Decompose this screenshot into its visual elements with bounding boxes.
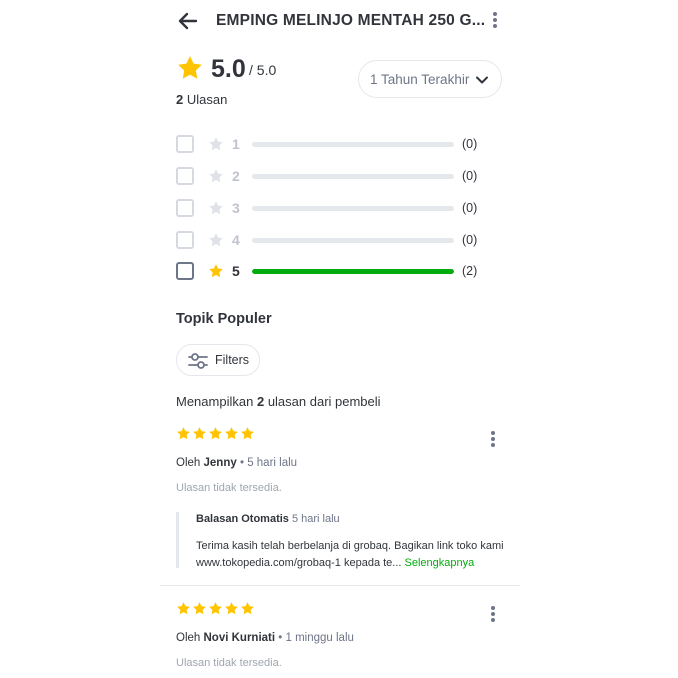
reply-header: Balasan Otomatis 5 hari lalu [196,513,340,525]
rating-row-2[interactable]: 2 (0) [176,166,486,190]
review-menu-button[interactable] [490,606,496,624]
rating-max: / 5.0 [249,62,277,78]
author-prefix: Oleh [176,457,201,469]
showing-suffix: ulasan dari pembeli [267,394,381,409]
rating-row-label: 5 [232,263,240,279]
rating-row-label: 3 [232,200,240,216]
rating-progress-bar [252,206,454,211]
rating-progress-bar [252,142,454,147]
kebab-menu-icon [490,431,496,447]
rating-row-label: 4 [232,232,240,248]
rating-progress-bar [252,174,454,179]
showing-summary: Menampilkan 2 ulasan dari pembeli [176,394,381,409]
page-title: EMPING MELINJO MENTAH 250 G... [216,12,486,29]
rating-filter-checkbox[interactable] [176,262,194,280]
rating-filter-checkbox[interactable] [176,135,194,153]
review-count-number: 2 [176,92,184,107]
rating-progress-bar [252,269,454,274]
popular-topics-heading: Topik Populer [176,311,272,327]
period-dropdown[interactable]: 1 Tahun Terakhir [358,60,502,98]
rating-filter-checkbox[interactable] [176,231,194,249]
star-icon [209,264,223,278]
author-name[interactable]: Jenny [204,457,237,469]
kebab-menu-icon [490,606,496,622]
showing-prefix: Menampilkan [176,394,254,409]
star-icon [177,602,190,615]
star-icon [209,137,223,151]
star-icon [209,427,222,440]
author-name[interactable]: Novi Kurniati [204,632,276,644]
star-icon [209,169,223,183]
back-button[interactable] [176,9,200,33]
rating-row-count: (0) [462,169,478,183]
arrow-left-icon [178,12,198,30]
rating-filter-checkbox[interactable] [176,167,194,185]
showing-count: 2 [256,394,265,409]
review-text: Ulasan tidak tersedia. [176,482,282,494]
review-author: Oleh Novi Kurniati • 1 minggu lalu [176,632,354,644]
star-icon [193,427,206,440]
read-more-link[interactable]: Selengkapnya [405,557,475,569]
rating-row-3[interactable]: 3 (0) [176,198,486,222]
review-stars [176,426,255,441]
separator: • [278,632,283,644]
reply-time: 5 hari lalu [291,513,340,525]
rating-row-5[interactable]: 5 (2) [176,261,486,285]
rating-row-label: 2 [232,168,240,184]
star-icon [241,427,254,440]
star-icon [241,602,254,615]
rating-row-count: (0) [462,201,478,215]
seller-reply: Balasan Otomatis 5 hari lalu Terima kasi… [176,512,509,569]
rating-row-1[interactable]: 1 (0) [176,134,486,158]
star-icon [209,201,223,215]
author-prefix: Oleh [176,632,201,644]
rating-progress-bar [252,238,454,243]
rating-filter-checkbox[interactable] [176,199,194,217]
review-divider [160,585,520,586]
rating-row-count: (2) [462,264,478,278]
star-icon [193,602,206,615]
reply-body: Terima kasih telah berbelanja di grobaq.… [196,538,506,572]
chevron-down-icon [476,76,488,84]
review-text: Ulasan tidak tersedia. [176,657,282,669]
star-icon [209,602,222,615]
period-selected: 1 Tahun Terakhir [370,72,470,87]
rating-row-count: (0) [462,233,478,247]
star-icon [225,602,238,615]
star-icon [209,233,223,247]
filters-label: Filters [215,353,250,367]
review-author: Oleh Jenny • 5 hari lalu [176,457,297,469]
review-count: 2 Ulasan [176,92,227,107]
kebab-menu-icon [492,12,498,28]
review-menu-button[interactable] [490,431,496,449]
sliders-icon [188,353,208,369]
rating-row-4[interactable]: 4 (0) [176,230,486,254]
star-icon [177,427,190,440]
separator: • [239,457,244,469]
review-time: 1 minggu lalu [285,632,354,644]
filters-button[interactable]: Filters [176,344,260,376]
review-count-label: Ulasan [186,92,228,107]
review-time: 5 hari lalu [247,457,298,469]
reply-title: Balasan Otomatis [196,513,289,525]
average-rating: 5.0 [211,55,246,83]
rating-row-label: 1 [232,136,240,152]
star-icon [178,56,202,79]
star-icon [225,427,238,440]
header-menu-button[interactable] [492,12,498,30]
rating-progress-fill [252,269,454,274]
rating-row-count: (0) [462,137,478,151]
review-stars [176,601,255,616]
